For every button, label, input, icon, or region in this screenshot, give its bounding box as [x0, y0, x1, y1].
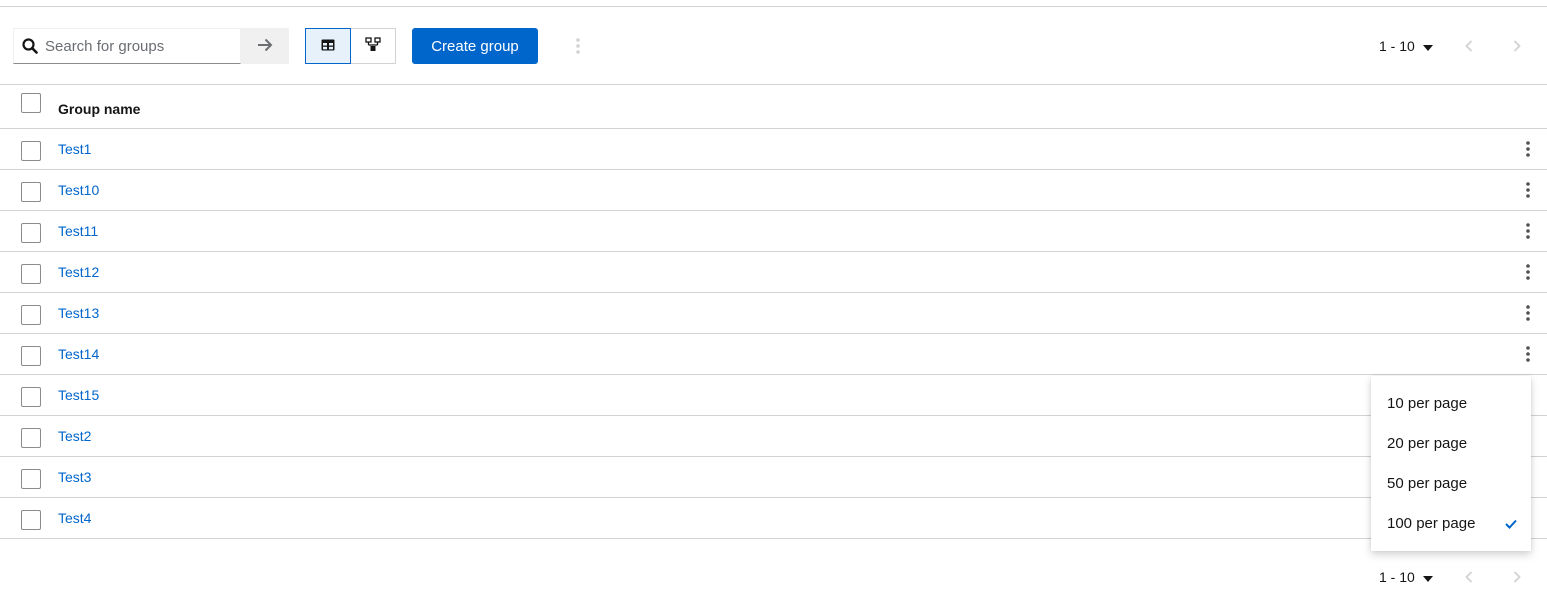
table-row: Test2 — [0, 416, 1547, 457]
search-submit-button[interactable] — [241, 28, 289, 64]
caret-down-icon — [1422, 569, 1433, 585]
row-checkbox[interactable] — [21, 264, 41, 284]
group-name-link[interactable]: Test10 — [58, 182, 99, 198]
per-page-option-label: 100 per page — [1387, 514, 1476, 532]
table-row: Test13 — [0, 293, 1547, 334]
select-all-checkbox[interactable] — [21, 93, 41, 113]
per-page-option[interactable]: 20 per page — [1371, 423, 1531, 463]
kebab-icon[interactable] — [1518, 262, 1538, 282]
view-toggle-group — [305, 28, 396, 64]
table-row: Test4 — [0, 498, 1547, 539]
table-row: Test12 — [0, 252, 1547, 293]
search-icon — [22, 38, 38, 54]
group-name-link[interactable]: Test14 — [58, 346, 99, 362]
per-page-option[interactable]: 50 per page — [1371, 463, 1531, 503]
per-page-option-label: 20 per page — [1387, 434, 1468, 452]
arrow-right-icon — [257, 38, 273, 55]
group-name-link[interactable]: Test2 — [58, 428, 91, 444]
search-group — [13, 28, 289, 64]
pagination-bottom: 1 - 10 — [1371, 559, 1537, 595]
group-name-link[interactable]: Test13 — [58, 305, 99, 321]
group-name-link[interactable]: Test15 — [58, 387, 99, 403]
sitemap-icon — [365, 36, 381, 56]
table-view-toggle[interactable] — [305, 28, 351, 64]
per-page-toggle-bottom[interactable]: 1 - 10 — [1371, 559, 1441, 595]
row-checkbox[interactable] — [21, 223, 41, 243]
per-page-option[interactable]: 100 per page — [1371, 503, 1531, 543]
row-checkbox[interactable] — [21, 305, 41, 325]
row-checkbox[interactable] — [21, 387, 41, 407]
row-checkbox[interactable] — [21, 510, 41, 530]
pagination-range: 1 - 10 — [1379, 38, 1415, 54]
table-row: Test10 — [0, 170, 1547, 211]
table-row: Test3 — [0, 457, 1547, 498]
pagination-range: 1 - 10 — [1379, 569, 1415, 585]
row-checkbox[interactable] — [21, 469, 41, 489]
table-body: Test1 Test10 Test11 Test12 Test13 Test14 Test1… — [0, 129, 1547, 539]
table-row: Test15 — [0, 375, 1547, 416]
row-checkbox[interactable] — [21, 141, 41, 161]
pagination-top: 1 - 10 — [1371, 28, 1537, 64]
group-name-link[interactable]: Test12 — [58, 264, 99, 280]
previous-page-button[interactable] — [1449, 559, 1489, 595]
angle-left-icon — [1465, 571, 1472, 583]
next-page-button[interactable] — [1497, 28, 1537, 64]
kebab-icon[interactable] — [1518, 139, 1538, 159]
per-page-option[interactable]: 10 per page — [1371, 383, 1531, 423]
group-name-link[interactable]: Test1 — [58, 141, 91, 157]
create-group-button[interactable]: Create group — [412, 28, 538, 64]
table-icon — [321, 39, 335, 54]
table-row: Test14 — [0, 334, 1547, 375]
top-divider — [0, 6, 1547, 7]
angle-right-icon — [1513, 571, 1521, 583]
search-field — [13, 28, 241, 64]
next-page-button[interactable] — [1497, 559, 1537, 595]
per-page-option-label: 50 per page — [1387, 474, 1468, 492]
per-page-option-label: 10 per page — [1387, 394, 1468, 412]
row-checkbox[interactable] — [21, 428, 41, 448]
tree-view-toggle[interactable] — [351, 28, 396, 64]
per-page-menu: 10 per page 20 per page 50 per page 100 per… — [1371, 376, 1531, 551]
kebab-icon[interactable] — [568, 36, 588, 56]
kebab-icon[interactable] — [1518, 303, 1538, 323]
column-header-group-name[interactable]: Group name — [58, 101, 140, 117]
group-name-link[interactable]: Test4 — [58, 510, 91, 526]
search-input[interactable] — [45, 29, 235, 63]
group-name-link[interactable]: Test3 — [58, 469, 91, 485]
row-checkbox[interactable] — [21, 182, 41, 202]
table-row: Test11 — [0, 211, 1547, 252]
kebab-icon[interactable] — [1518, 221, 1538, 241]
toolbar: Create group 1 - 10 — [0, 28, 1547, 64]
angle-right-icon — [1513, 40, 1521, 52]
check-icon — [1505, 516, 1517, 533]
group-name-link[interactable]: Test11 — [58, 223, 98, 239]
kebab-icon[interactable] — [1518, 344, 1538, 364]
kebab-icon[interactable] — [1518, 180, 1538, 200]
groups-table: Group name Test1 Test10 Test11 Test12 Test13… — [0, 85, 1547, 539]
previous-page-button[interactable] — [1449, 28, 1489, 64]
table-row: Test1 — [0, 129, 1547, 170]
row-checkbox[interactable] — [21, 346, 41, 366]
angle-left-icon — [1465, 40, 1472, 52]
per-page-toggle[interactable]: 1 - 10 — [1371, 28, 1441, 64]
caret-down-icon — [1422, 38, 1433, 54]
table-header: Group name — [0, 85, 1547, 129]
